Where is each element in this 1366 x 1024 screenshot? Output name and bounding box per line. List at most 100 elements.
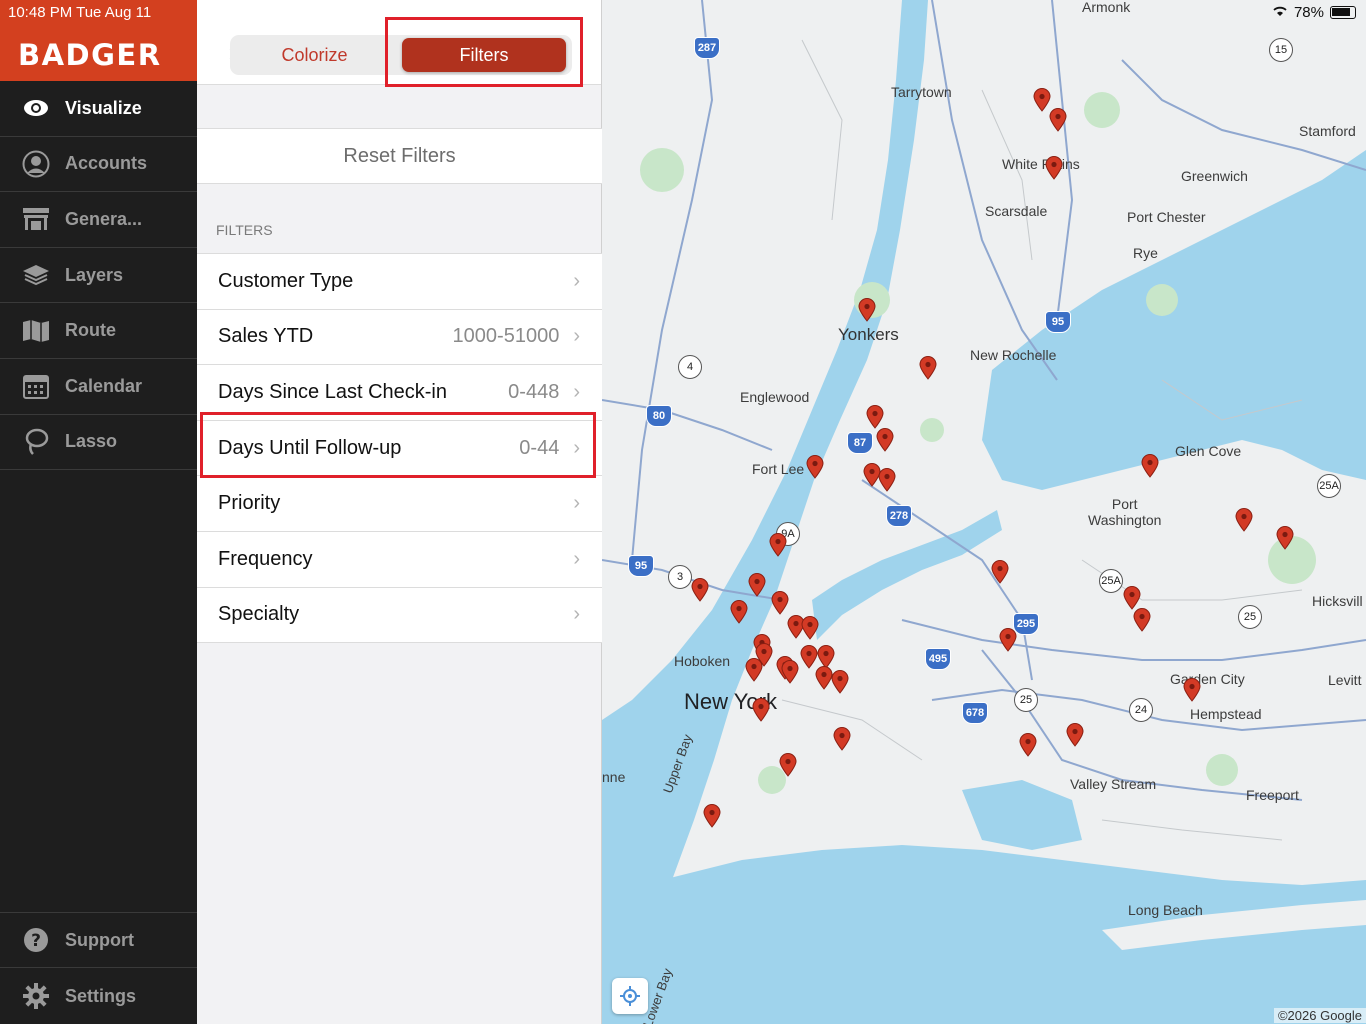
map-label-garden-city: Garden City: [1170, 671, 1245, 687]
map-copyright: ©2026 Google: [1273, 1008, 1366, 1023]
sidebar-item-label: Genera...: [65, 208, 143, 229]
brand-header: 10:48 PM Tue Aug 11 BADGER: [0, 0, 197, 81]
map-pin-icon[interactable]: [703, 804, 721, 828]
help-icon: ?: [22, 926, 50, 954]
map-pin-icon[interactable]: [801, 616, 819, 640]
map-label-yonkers: Yonkers: [838, 325, 899, 344]
interstate-shield: 287: [694, 37, 720, 59]
map-pin-icon[interactable]: [691, 578, 709, 602]
sidebar-item-lasso[interactable]: Lasso: [0, 415, 197, 471]
map-pin-icon[interactable]: [1019, 733, 1037, 757]
svg-text:?: ?: [31, 931, 41, 951]
filter-label: Priority: [218, 492, 281, 515]
sidebar-item-label: Visualize: [65, 97, 142, 118]
map-pin-icon[interactable]: [1276, 526, 1294, 550]
map-pin-icon[interactable]: [752, 698, 770, 722]
map-pin-icon[interactable]: [999, 628, 1017, 652]
map-pin-icon[interactable]: [1183, 678, 1201, 702]
chevron-right-icon: ›: [573, 603, 580, 626]
map-view[interactable]: 78% Armonk Tarrytown Stamford White Plai…: [602, 0, 1366, 1024]
map-pin-icon[interactable]: [781, 660, 799, 684]
map-pin-icon[interactable]: [1235, 508, 1253, 532]
map-pin-icon[interactable]: [1049, 108, 1067, 132]
map-pin-icon[interactable]: [730, 600, 748, 624]
map-pin-icon[interactable]: [769, 533, 787, 557]
map-label-long-beach: Long Beach: [1128, 902, 1203, 918]
map-pin-icon[interactable]: [1045, 156, 1063, 180]
sidebar-item-label: Layers: [65, 264, 124, 285]
map-pin-icon[interactable]: [876, 428, 894, 452]
interstate-shield: 95: [628, 555, 654, 577]
sidebar-item-calendar[interactable]: Calendar: [0, 359, 197, 415]
reset-filters-button[interactable]: Reset Filters: [197, 128, 602, 184]
route-shield: 25: [1014, 688, 1038, 712]
chevron-right-icon: ›: [573, 492, 580, 515]
filter-row-frequency[interactable]: Frequency ›: [197, 532, 602, 588]
map-pin-icon[interactable]: [1141, 454, 1159, 478]
sidebar-item-label: Route: [65, 320, 116, 341]
filter-value: 1000-51000: [452, 325, 560, 348]
filter-row-specialty[interactable]: Specialty ›: [197, 588, 602, 644]
map-label-glen-cove: Glen Cove: [1175, 443, 1242, 459]
filter-row-priority[interactable]: Priority ›: [197, 476, 602, 532]
sidebar-item-label: Support: [65, 929, 134, 950]
map-label-greenwich: Greenwich: [1181, 168, 1248, 184]
map-label-new-rochelle: New Rochelle: [970, 347, 1057, 363]
map-pin-icon[interactable]: [1133, 608, 1151, 632]
map-label-fort-lee: Fort Lee: [752, 461, 805, 477]
map-pin-icon[interactable]: [771, 591, 789, 615]
map-pin-icon[interactable]: [858, 298, 876, 322]
map-pin-icon[interactable]: [806, 455, 824, 479]
map-label-scarsdale: Scarsdale: [985, 203, 1048, 219]
lasso-icon: [22, 428, 50, 456]
map-pin-icon[interactable]: [1066, 723, 1084, 747]
sidebar-item-layers[interactable]: Layers: [0, 248, 197, 304]
filters-section-label: FILTERS: [216, 222, 273, 238]
map-pin-icon[interactable]: [866, 405, 884, 429]
map-label-rye: Rye: [1133, 245, 1158, 261]
sidebar-item-route[interactable]: Route: [0, 303, 197, 359]
map-pin-icon[interactable]: [1123, 586, 1141, 610]
sidebar-item-general[interactable]: Genera...: [0, 192, 197, 248]
sidebar-item-label: Settings: [65, 985, 137, 1006]
gear-icon: [22, 982, 50, 1010]
map-pin-icon[interactable]: [745, 658, 763, 682]
sidebar-item-label: Calendar: [65, 375, 143, 396]
map-pin-icon[interactable]: [991, 560, 1009, 584]
filter-value: 0-448: [508, 380, 560, 403]
filter-label: Sales YTD: [218, 325, 314, 348]
chevron-right-icon: ›: [573, 269, 580, 292]
filter-panel: ✕ Reset Filters FILTERS Customer Type › …: [197, 0, 602, 1024]
sidebar-item-accounts[interactable]: Accounts: [0, 137, 197, 193]
map-pin-icon[interactable]: [779, 753, 797, 777]
filter-label: Specialty: [218, 603, 300, 626]
highlight-box-followup: [200, 412, 596, 478]
route-shield: 15: [1269, 38, 1293, 62]
map-label-stamford: Stamford: [1299, 123, 1356, 139]
route-shield: 24: [1129, 698, 1153, 722]
status-time: 10:48 PM Tue Aug 11: [8, 4, 152, 21]
eye-icon: [22, 94, 50, 122]
map-label-tarrytown: Tarrytown: [891, 84, 952, 100]
sidebar-item-settings[interactable]: Settings: [0, 968, 197, 1024]
map-label-hempstead: Hempstead: [1190, 706, 1262, 722]
filter-label: Days Since Last Check-in: [218, 380, 447, 403]
map-icon: [22, 317, 50, 345]
sidebar-item-visualize[interactable]: Visualize: [0, 81, 197, 137]
map-pin-icon[interactable]: [878, 468, 896, 492]
locate-me-button[interactable]: [612, 978, 648, 1014]
sidebar-item-support[interactable]: ? Support: [0, 913, 197, 969]
wifi-icon: [1272, 4, 1288, 21]
map-pin-icon[interactable]: [919, 356, 937, 380]
map-pin-icon[interactable]: [748, 573, 766, 597]
filter-label: Customer Type: [218, 269, 354, 292]
map-label-englewood: Englewood: [740, 389, 810, 405]
layers-icon: [22, 261, 50, 289]
map-pin-icon[interactable]: [831, 670, 849, 694]
map-pin-icon[interactable]: [833, 727, 851, 751]
map-label-freeport: Freeport: [1246, 787, 1299, 803]
filter-row-customer-type[interactable]: Customer Type ›: [197, 254, 602, 310]
tab-colorize[interactable]: Colorize: [232, 35, 397, 75]
filter-row-sales-ytd[interactable]: Sales YTD 1000-51000 ›: [197, 310, 602, 366]
chevron-right-icon: ›: [573, 547, 580, 570]
